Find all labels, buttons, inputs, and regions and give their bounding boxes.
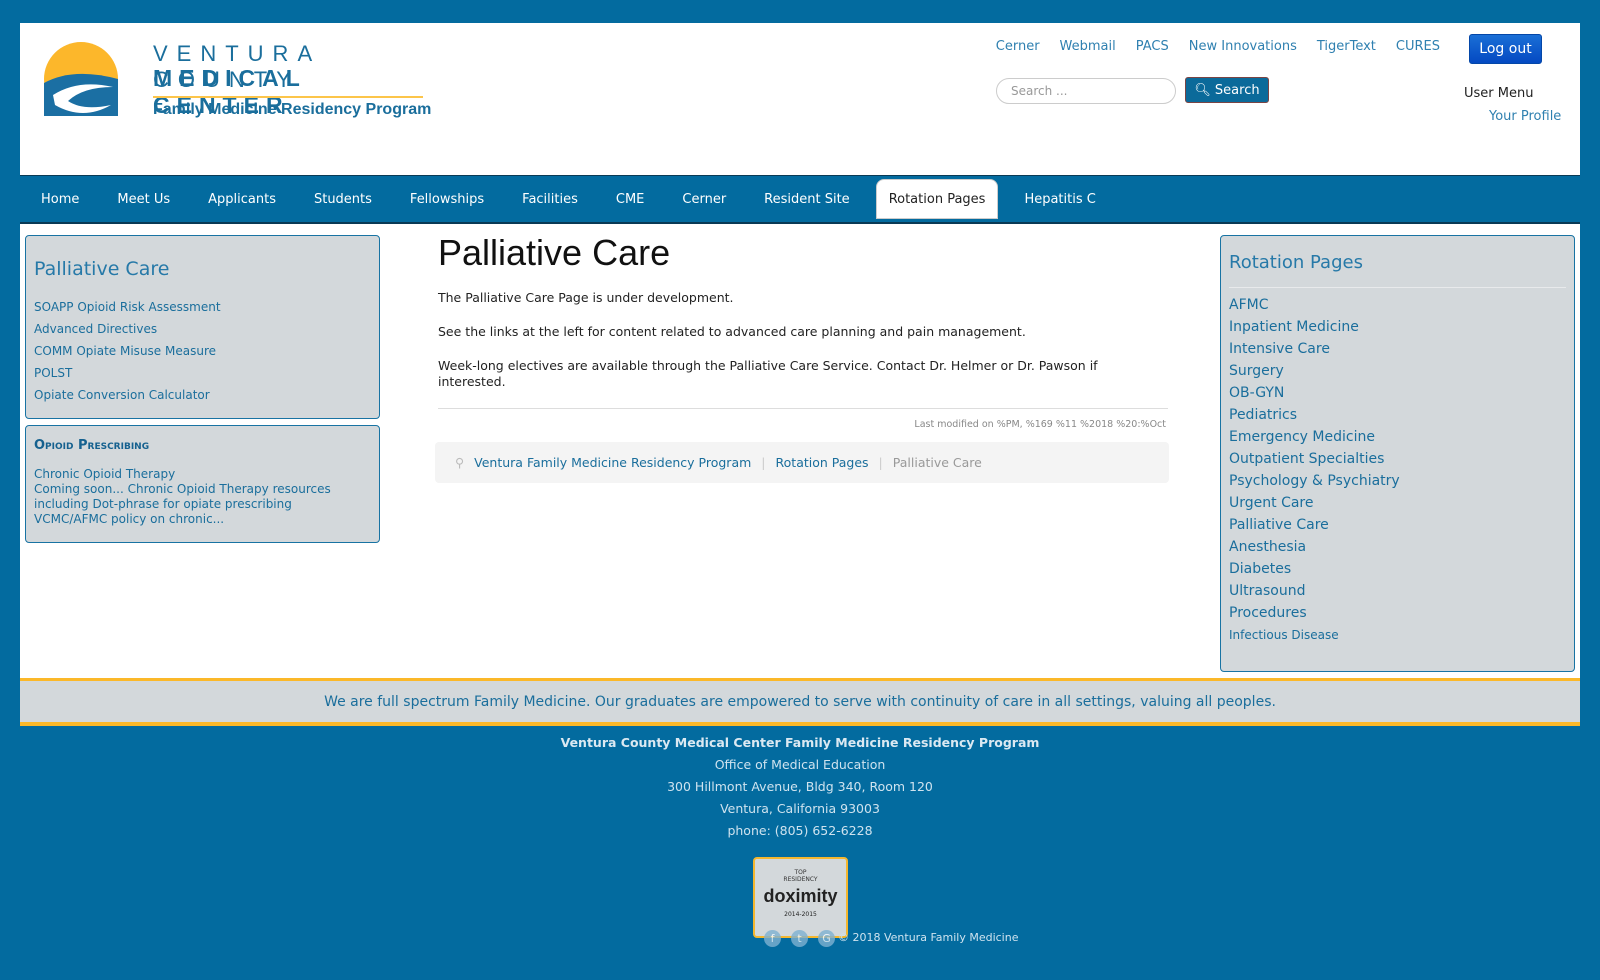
- twitter-icon[interactable]: t: [791, 930, 808, 947]
- rotation-link[interactable]: Outpatient Specialties: [1229, 448, 1566, 470]
- nav-applicants[interactable]: Applicants: [189, 179, 295, 219]
- copyright: © 2018 Ventura Family Medicine: [838, 931, 1019, 944]
- nav-meet-us[interactable]: Meet Us: [98, 179, 189, 219]
- article-paragraph: The Palliative Care Page is under develo…: [438, 290, 734, 305]
- article-paragraph: See the links at the left for content re…: [438, 324, 1026, 339]
- top-link-cerner[interactable]: Cerner: [996, 39, 1040, 54]
- rotation-link[interactable]: Diabetes: [1229, 558, 1566, 580]
- top-link-webmail[interactable]: Webmail: [1060, 39, 1116, 54]
- rotation-pages-title: Rotation Pages: [1229, 252, 1566, 288]
- facebook-icon[interactable]: f: [764, 930, 781, 947]
- rotation-link[interactable]: Pediatrics: [1229, 404, 1566, 426]
- rotation-link[interactable]: Emergency Medicine: [1229, 426, 1566, 448]
- search-input[interactable]: Search ...: [996, 78, 1176, 104]
- nav-home[interactable]: Home: [22, 179, 98, 219]
- nav-rotation-pages[interactable]: Rotation Pages: [875, 179, 999, 219]
- opioid-prescribing-box: Opioid Prescribing Chronic Opioid Therap…: [25, 425, 380, 543]
- breadcrumb-home[interactable]: Ventura Family Medicine Residency Progra…: [474, 455, 751, 470]
- link-chronic-opioid-therapy[interactable]: Chronic Opioid Therapy: [34, 467, 371, 482]
- search-button[interactable]: 🔍︎ Search: [1185, 77, 1269, 103]
- vcmc-logo[interactable]: VENTURA COUNTY MEDICAL CENTER Family Med…: [43, 39, 433, 129]
- badge-brand: doximity: [763, 886, 838, 906]
- main-nav: Home Meet Us Applicants Students Fellows…: [20, 175, 1580, 224]
- palliative-care-menu: Palliative Care SOAPP Opioid Risk Assess…: [25, 235, 380, 419]
- footer: Ventura County Medical Center Family Med…: [0, 732, 1600, 842]
- page-title: Palliative Care: [438, 232, 671, 273]
- rotation-link[interactable]: Anesthesia: [1229, 536, 1566, 558]
- rotation-link[interactable]: Surgery: [1229, 360, 1566, 382]
- doximity-badge[interactable]: TOP RESIDENCY doximity 2014-2015: [753, 857, 848, 938]
- link-advanced-directives[interactable]: Advanced Directives: [34, 318, 371, 340]
- link-comm[interactable]: COMM Opiate Misuse Measure: [34, 340, 371, 362]
- footer-org: Ventura County Medical Center Family Med…: [560, 735, 1040, 750]
- rotation-link[interactable]: AFMC: [1229, 294, 1566, 316]
- rotation-link[interactable]: Palliative Care: [1229, 514, 1566, 536]
- badge-top: TOP: [794, 869, 807, 876]
- rotation-link[interactable]: Ultrasound: [1229, 580, 1566, 602]
- footer-line: Office of Medical Education: [714, 757, 886, 772]
- rotation-link[interactable]: Procedures: [1229, 602, 1566, 624]
- search-icon: 🔍︎: [1194, 82, 1211, 98]
- badge-sub: RESIDENCY: [783, 876, 818, 883]
- badge-years: 2014-2015: [784, 911, 817, 918]
- opioid-prescribing-title: Opioid Prescribing: [34, 438, 150, 453]
- footer-line: phone: (805) 652-6228: [727, 823, 873, 838]
- user-menu-title: User Menu: [1464, 86, 1534, 101]
- social-links: f t G: [764, 930, 835, 947]
- article-paragraph: Week-long electives are available throug…: [438, 358, 1098, 389]
- footer-line: Ventura, California 93003: [720, 801, 880, 816]
- rotation-link[interactable]: Intensive Care: [1229, 338, 1566, 360]
- palliative-care-menu-title: Palliative Care: [34, 258, 170, 280]
- opioid-text-line: Coming soon... Chronic Opioid Therapy re…: [34, 482, 331, 496]
- breadcrumb-current: Palliative Care: [892, 455, 982, 470]
- top-link-new-innovations[interactable]: New Innovations: [1189, 39, 1297, 54]
- nav-cerner[interactable]: Cerner: [663, 179, 745, 219]
- rotation-link[interactable]: Psychology & Psychiatry: [1229, 470, 1566, 492]
- top-links: Cerner Webmail PACS New Innovations Tige…: [996, 39, 1440, 54]
- link-polst[interactable]: POLST: [34, 362, 371, 384]
- nav-hepatitis-c[interactable]: Hepatitis C: [1005, 179, 1114, 219]
- footer-line: 300 Hillmont Avenue, Bldg 340, Room 120: [667, 779, 933, 794]
- top-link-cures[interactable]: CURES: [1396, 39, 1440, 54]
- logout-button[interactable]: Log out: [1469, 34, 1542, 64]
- search-button-label: Search: [1214, 82, 1260, 98]
- your-profile-link[interactable]: Your Profile: [1489, 109, 1561, 124]
- google-icon[interactable]: G: [818, 930, 835, 947]
- nav-cme[interactable]: CME: [597, 179, 664, 219]
- opioid-text-line: VCMC/AFMC policy on chronic...: [34, 512, 225, 526]
- location-pin-icon: ⚲: [455, 455, 465, 470]
- article: Palliative Care The Palliative Care Page…: [438, 224, 1168, 430]
- breadcrumb-separator: |: [761, 455, 766, 470]
- last-modified: Last modified on %PM, %169 %11 %2018 %20…: [914, 419, 1166, 430]
- link-soapp[interactable]: SOAPP Opioid Risk Assessment: [34, 296, 371, 318]
- nav-fellowships[interactable]: Fellowships: [391, 179, 503, 219]
- tagline: We are full spectrum Family Medicine. Ou…: [20, 678, 1580, 726]
- nav-resident-site[interactable]: Resident Site: [745, 179, 869, 219]
- rotation-link[interactable]: Urgent Care: [1229, 492, 1566, 514]
- sun-wave-logo-icon: [44, 42, 118, 116]
- logo-divider: [153, 96, 423, 98]
- breadcrumb-rotation-pages[interactable]: Rotation Pages: [776, 455, 869, 470]
- nav-students[interactable]: Students: [295, 179, 391, 219]
- opioid-text-line: including Dot-phrase for opiate prescrib…: [34, 497, 292, 511]
- nav-facilities[interactable]: Facilities: [503, 179, 597, 219]
- logo-line3: Family Medicine Residency Program: [153, 101, 432, 118]
- content-area: Palliative Care SOAPP Opioid Risk Assess…: [20, 224, 1580, 678]
- link-opiate-calculator[interactable]: Opiate Conversion Calculator: [34, 384, 371, 406]
- site-header: VENTURA COUNTY MEDICAL CENTER Family Med…: [20, 23, 1580, 175]
- rotation-link[interactable]: Inpatient Medicine: [1229, 316, 1566, 338]
- top-link-tigertext[interactable]: TigerText: [1317, 39, 1376, 54]
- breadcrumb: ⚲ Ventura Family Medicine Residency Prog…: [435, 442, 1169, 483]
- divider: [438, 408, 1168, 409]
- rotation-link[interactable]: Infectious Disease: [1229, 624, 1566, 646]
- top-link-pacs[interactable]: PACS: [1136, 39, 1169, 54]
- rotation-pages-menu: Rotation Pages AFMC Inpatient Medicine I…: [1220, 235, 1575, 672]
- breadcrumb-separator: |: [878, 455, 883, 470]
- rotation-link[interactable]: OB-GYN: [1229, 382, 1566, 404]
